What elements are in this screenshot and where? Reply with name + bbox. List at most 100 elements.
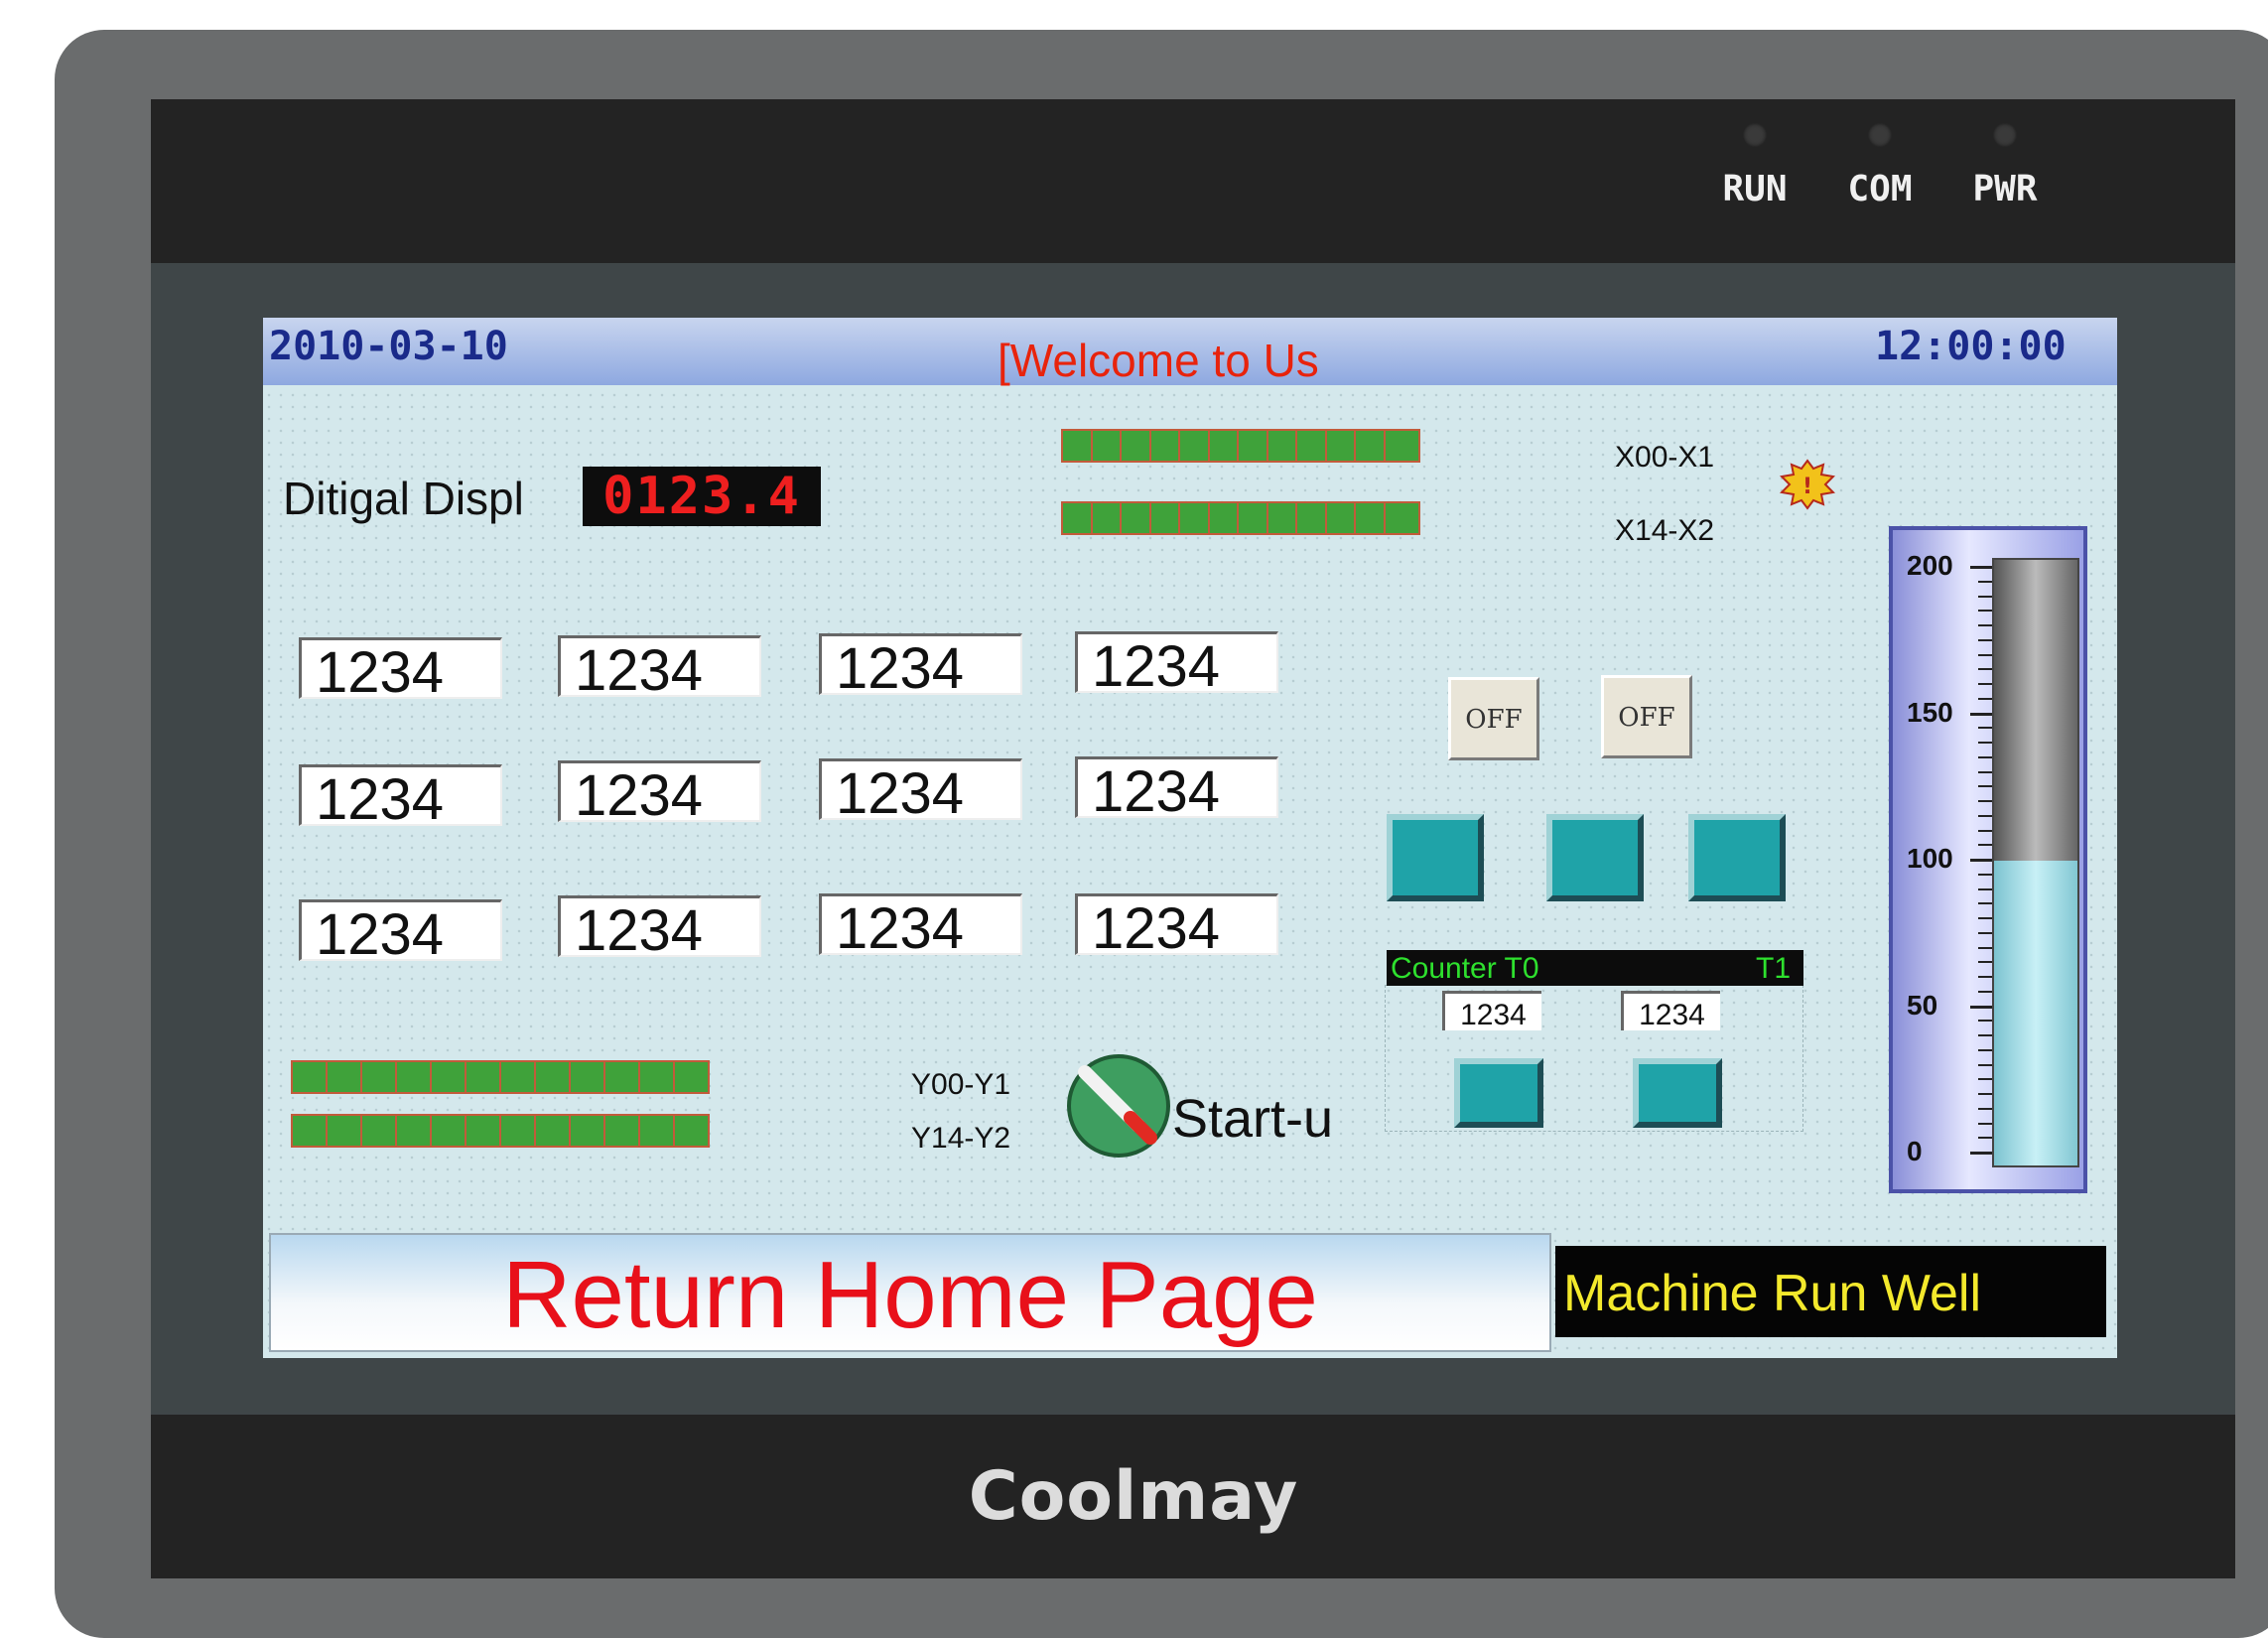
output-lamp-label-y14: Y14-Y2 xyxy=(911,1122,1011,1155)
return-home-button[interactable]: Return Home Page xyxy=(269,1233,1551,1352)
output-row2-lamp-10 xyxy=(603,1114,640,1148)
gauge-tube xyxy=(1992,558,2079,1167)
start-switch-label: Start-u xyxy=(1172,1089,1334,1149)
input-lamp-label-x14: X14-X2 xyxy=(1615,514,1715,547)
title-bar: 2010-03-10 [Welcome to Us 12:00:00 xyxy=(263,318,2117,386)
gauge-minor-tick xyxy=(1978,610,1992,613)
output-row1-lamp-6 xyxy=(465,1060,501,1094)
counter-value-t0[interactable]: 1234 xyxy=(1442,991,1541,1031)
gauge-minor-tick xyxy=(1978,902,1992,905)
output-row1-lamp-7 xyxy=(499,1060,536,1094)
output-lamp-label-y00: Y00-Y1 xyxy=(911,1068,1011,1101)
gauge-minor-tick xyxy=(1978,1122,1992,1125)
gauge-major-tick xyxy=(1970,712,1992,716)
output-row2-lamp-5 xyxy=(430,1114,467,1148)
gauge-label: 150 xyxy=(1907,696,1953,728)
digital-display-value: 0123.4 xyxy=(583,467,821,526)
gauge-minor-tick xyxy=(1978,770,1992,773)
gauge-major-tick xyxy=(1970,1152,1992,1155)
gauge-major-tick xyxy=(1970,859,1992,862)
start-switch-knob-icon[interactable] xyxy=(1065,1052,1172,1160)
output-row1-lamp-4 xyxy=(395,1060,432,1094)
counter-button-t0[interactable] xyxy=(1454,1058,1543,1128)
gauge-minor-tick xyxy=(1978,873,1992,876)
run-label: RUN xyxy=(1722,169,1788,209)
gauge-label: 50 xyxy=(1907,989,1938,1021)
gauge-minor-tick xyxy=(1978,624,1992,626)
date-display: 2010-03-10 xyxy=(269,324,508,369)
gauge-minor-tick xyxy=(1978,595,1992,598)
svg-text:!: ! xyxy=(1802,475,1812,499)
run-led xyxy=(1743,123,1767,147)
counter-label-t1: T1 xyxy=(1756,952,1792,985)
output-row1-lamp-5 xyxy=(430,1060,467,1094)
time-display: 12:00:00 xyxy=(1875,324,2067,369)
device-top-panel: RUN COM PWR xyxy=(151,99,2235,263)
numeric-input-r3c3[interactable]: 1234 xyxy=(819,893,1022,955)
gauge-label: 100 xyxy=(1907,843,1953,874)
teal-button-1[interactable] xyxy=(1387,814,1484,901)
counter-header: Counter T0 T1 xyxy=(1387,950,1803,986)
output-row1-lamp-2 xyxy=(326,1060,362,1094)
gauge-minor-tick xyxy=(1978,683,1992,685)
output-row2-lamp-6 xyxy=(465,1114,501,1148)
output-row1-lamp-10 xyxy=(603,1060,640,1094)
gauge-minor-tick xyxy=(1978,1093,1992,1095)
output-row2-lamp-1 xyxy=(291,1114,328,1148)
numeric-input-r1c3[interactable]: 1234 xyxy=(819,633,1022,695)
numeric-input-r2c3[interactable]: 1234 xyxy=(819,758,1022,820)
output-row1-lamp-12 xyxy=(673,1060,710,1094)
pwr-label: PWR xyxy=(1972,169,2038,209)
gauge-minor-tick xyxy=(1978,961,1992,964)
gauge-minor-tick xyxy=(1978,742,1992,744)
gauge-minor-tick xyxy=(1978,946,1992,949)
output-row2-lamp-11 xyxy=(638,1114,675,1148)
gauge-minor-tick xyxy=(1978,976,1992,978)
gauge-minor-tick xyxy=(1978,1034,1992,1036)
numeric-input-r2c4[interactable]: 1234 xyxy=(1075,756,1278,818)
gauge-scale: 200 150 100 50 0 xyxy=(1893,530,1992,1197)
counter-button-t1[interactable] xyxy=(1633,1058,1722,1128)
brand-logo: Coolmay xyxy=(968,1457,1299,1536)
output-row1-lamp-11 xyxy=(638,1060,675,1094)
gauge-minor-tick xyxy=(1978,990,1992,993)
gauge-minor-tick xyxy=(1978,800,1992,802)
gauge-minor-tick xyxy=(1978,1107,1992,1110)
gauge-fill xyxy=(1994,861,2077,1165)
level-gauge: 200 150 100 50 0 xyxy=(1889,526,2087,1193)
output-row1-lamp-9 xyxy=(569,1060,605,1094)
gauge-minor-tick xyxy=(1978,1063,1992,1066)
off-toggle-button-2[interactable]: OFF xyxy=(1601,675,1692,758)
numeric-input-r2c1[interactable]: 1234 xyxy=(299,764,502,826)
numeric-input-r1c1[interactable]: 1234 xyxy=(299,637,502,699)
alarm-bell-icon[interactable]: ! xyxy=(1780,459,1835,510)
output-row2-lamp-12 xyxy=(673,1114,710,1148)
output-row1-lamp-1 xyxy=(291,1060,328,1094)
off-toggle-button-1[interactable]: OFF xyxy=(1448,677,1539,760)
numeric-input-r2c2[interactable]: 1234 xyxy=(558,760,761,822)
numeric-input-r1c4[interactable]: 1234 xyxy=(1075,631,1278,693)
numeric-input-r3c4[interactable]: 1234 xyxy=(1075,893,1278,955)
output-row2-lamp-9 xyxy=(569,1114,605,1148)
counter-value-t1[interactable]: 1234 xyxy=(1621,991,1720,1031)
output-row1-lamp-3 xyxy=(360,1060,397,1094)
gauge-minor-tick xyxy=(1978,755,1992,758)
gauge-minor-tick xyxy=(1978,668,1992,671)
output-row2-lamp-4 xyxy=(395,1114,432,1148)
status-message: Machine Run Well xyxy=(1555,1246,2106,1337)
numeric-input-r3c2[interactable]: 1234 xyxy=(558,895,761,957)
welcome-marquee: [Welcome to Us xyxy=(998,335,1319,386)
numeric-input-r3c1[interactable]: 1234 xyxy=(299,899,502,961)
teal-button-2[interactable] xyxy=(1546,814,1644,901)
numeric-input-r1c2[interactable]: 1234 xyxy=(558,635,761,697)
output-row1-lamp-8 xyxy=(534,1060,571,1094)
com-label: COM xyxy=(1847,169,1913,209)
gauge-label: 200 xyxy=(1907,550,1953,581)
gauge-minor-tick xyxy=(1978,887,1992,890)
gauge-minor-tick xyxy=(1978,844,1992,847)
teal-button-3[interactable] xyxy=(1688,814,1786,901)
gauge-minor-tick xyxy=(1978,653,1992,656)
gauge-minor-tick xyxy=(1978,580,1992,583)
counter-label-t0: Counter T0 xyxy=(1391,952,1539,985)
gauge-label: 0 xyxy=(1907,1136,1923,1166)
